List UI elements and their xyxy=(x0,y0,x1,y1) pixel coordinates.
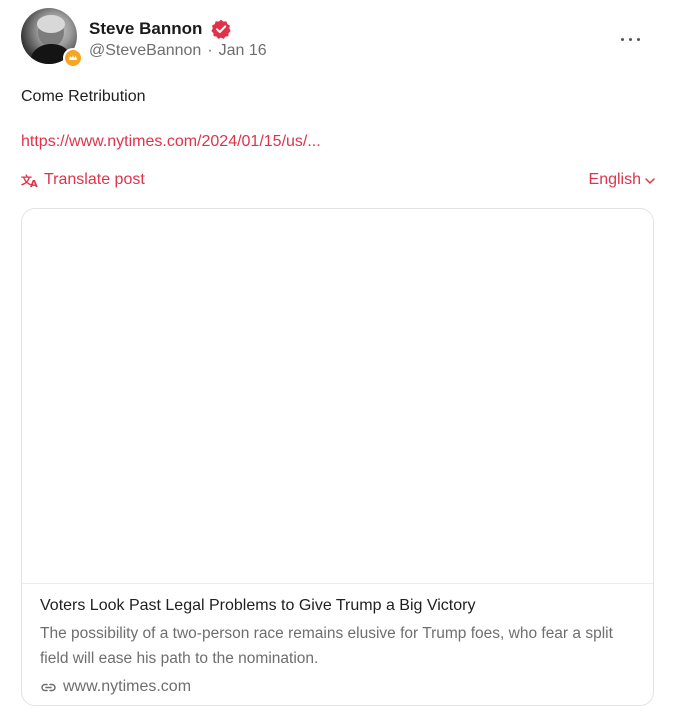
link-preview-domain: www.nytimes.com xyxy=(63,678,192,695)
link-preview-description: The possibility of a two-person race rem… xyxy=(40,625,613,667)
author-badge xyxy=(63,48,83,68)
language-select[interactable]: English xyxy=(589,169,656,191)
more-options-button[interactable] xyxy=(614,26,646,52)
author-avatar-wrap[interactable] xyxy=(21,8,83,68)
translate-icon: 文 A xyxy=(21,171,39,190)
more-horizontal-icon xyxy=(620,37,624,41)
author-handle[interactable]: @SteveBannon xyxy=(89,42,201,60)
link-preview-title[interactable]: Voters Look Past Legal Problems to Give … xyxy=(40,595,475,617)
link-preview-domain-row: www.nytimes.com xyxy=(40,676,191,698)
link-icon xyxy=(40,679,57,696)
chevron-down-icon xyxy=(644,174,656,186)
translate-post-label: Translate post xyxy=(44,171,145,188)
crown-icon xyxy=(65,50,81,66)
author-display-name[interactable]: Steve Bannon xyxy=(89,19,202,39)
meta-separator: · xyxy=(207,42,213,59)
link-preview-card[interactable]: Voters Look Past Legal Problems to Give … xyxy=(21,208,654,706)
language-select-value: English xyxy=(588,171,641,188)
post: Steve Bannon @SteveBannon · Jan 16 Come … xyxy=(0,0,673,713)
post-link[interactable]: https://www.nytimes.com/2024/01/15/us/..… xyxy=(21,131,321,153)
post-text: Come Retribution xyxy=(21,88,146,105)
translate-post-button[interactable]: 文 A Translate post xyxy=(21,169,145,191)
author-name-row: Steve Bannon xyxy=(89,17,231,41)
svg-text:A: A xyxy=(30,179,38,189)
post-date[interactable]: Jan 16 xyxy=(219,42,267,60)
author-meta-row: @SteveBannon · Jan 16 xyxy=(89,40,267,62)
verified-badge-icon xyxy=(211,19,231,39)
link-preview-image[interactable] xyxy=(22,209,653,584)
